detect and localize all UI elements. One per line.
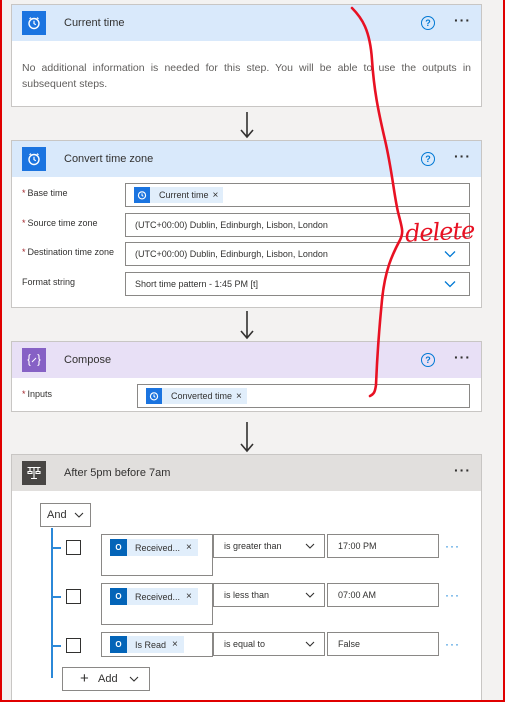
card-title: Current time: [64, 17, 125, 29]
inputs-row: * Inputs Converted time ×: [12, 384, 481, 408]
row-more-options-icon[interactable]: ···: [445, 637, 460, 651]
format-row: Format string Short time pattern - 1:45 …: [12, 272, 481, 296]
condition-left-operand[interactable]: O Received... ×: [101, 534, 213, 576]
convert-time-zone-header[interactable]: Convert time zone ? ···: [12, 141, 481, 177]
logic-value: And: [47, 509, 67, 521]
tree-line: [51, 528, 53, 678]
arrow-down-icon: [240, 112, 254, 139]
operator-value: is equal to: [224, 639, 266, 649]
condition-value-field[interactable]: 17:00 PM: [327, 534, 439, 558]
chevron-down-icon: [305, 592, 315, 598]
condition-left-operand[interactable]: O Is Read ×: [101, 632, 213, 657]
tree-branch: [51, 596, 61, 598]
condition-left-operand[interactable]: O Received... ×: [101, 583, 213, 625]
card-title: Convert time zone: [64, 153, 154, 165]
annotation-text: delete: [404, 216, 475, 248]
converted-time-token[interactable]: Converted time ×: [146, 388, 247, 404]
token-label: Received...: [135, 591, 181, 602]
operator-value: is greater than: [224, 541, 282, 551]
help-icon[interactable]: ?: [421, 16, 435, 30]
base-time-row: * Base time Current time ×: [12, 183, 481, 207]
add-button[interactable]: + Add: [62, 667, 150, 691]
is-read-token[interactable]: O Is Read ×: [110, 636, 184, 653]
help-icon[interactable]: ?: [421, 353, 435, 367]
chevron-down-icon: [305, 543, 315, 549]
current-time-card: Current time ? ··· No additional informa…: [11, 4, 482, 107]
base-time-label: * Base time: [22, 188, 68, 198]
received-token[interactable]: O Received... ×: [110, 539, 198, 556]
braces-icon: [22, 348, 46, 372]
condition-value: False: [338, 639, 361, 649]
close-icon[interactable]: ×: [186, 591, 192, 602]
alarm-clock-icon: [134, 187, 150, 203]
operator-dropdown[interactable]: is less than: [213, 583, 325, 607]
logic-dropdown[interactable]: And: [40, 503, 91, 527]
condition-header[interactable]: After 5pm before 7am ···: [12, 455, 481, 491]
condition-value: 17:00 PM: [338, 541, 377, 551]
outlook-icon: O: [110, 636, 127, 653]
row-checkbox[interactable]: [66, 540, 81, 555]
chevron-down-icon: [305, 641, 315, 647]
card-title: Compose: [64, 354, 112, 366]
alarm-clock-icon: [22, 11, 46, 35]
more-options-icon[interactable]: ···: [454, 463, 471, 477]
alarm-clock-icon: [146, 388, 162, 404]
plus-icon: +: [80, 670, 89, 687]
outlook-icon: O: [110, 539, 127, 556]
close-icon[interactable]: ×: [186, 542, 192, 553]
format-value: Short time pattern - 1:45 PM [t]: [135, 279, 259, 289]
current-time-header[interactable]: Current time ? ···: [12, 5, 481, 41]
arrow-down-icon: [240, 311, 254, 340]
source-tz-value: (UTC+00:00) Dublin, Edinburgh, Lisbon, L…: [135, 220, 328, 230]
arrow-down-icon: [240, 422, 254, 453]
outlook-icon: O: [110, 588, 127, 605]
chevron-down-icon: [129, 676, 139, 682]
condition-value-field[interactable]: False: [327, 632, 439, 656]
close-icon[interactable]: ×: [236, 391, 242, 402]
token-label: Is Read: [135, 639, 167, 650]
inputs-field[interactable]: Converted time ×: [137, 384, 470, 408]
condition-icon: [22, 461, 46, 485]
card-title: After 5pm before 7am: [64, 467, 171, 479]
current-time-token[interactable]: Current time ×: [134, 187, 224, 203]
more-options-icon[interactable]: ···: [454, 13, 471, 27]
token-label: Received...: [135, 542, 181, 553]
more-options-icon[interactable]: ···: [454, 149, 471, 163]
more-options-icon[interactable]: ···: [454, 350, 471, 364]
compose-header[interactable]: Compose ? ···: [12, 342, 481, 378]
dest-tz-label: * Destination time zone: [22, 247, 115, 257]
row-more-options-icon[interactable]: ···: [445, 588, 460, 602]
alarm-clock-icon: [22, 147, 46, 171]
close-icon[interactable]: ×: [213, 190, 219, 201]
dest-tz-value: (UTC+00:00) Dublin, Edinburgh, Lisbon, L…: [135, 249, 328, 259]
format-dropdown[interactable]: Short time pattern - 1:45 PM [t]: [125, 272, 470, 296]
condition-value: 07:00 AM: [338, 590, 377, 600]
row-checkbox[interactable]: [66, 589, 81, 604]
add-label: Add: [98, 673, 118, 685]
tree-branch: [51, 547, 61, 549]
base-time-field[interactable]: Current time ×: [125, 183, 470, 207]
chevron-down-icon: [444, 251, 456, 258]
operator-dropdown[interactable]: is greater than: [213, 534, 325, 558]
info-text: No additional information is needed for …: [22, 62, 471, 90]
chevron-down-icon: [444, 281, 456, 288]
condition-value-field[interactable]: 07:00 AM: [327, 583, 439, 607]
close-icon[interactable]: ×: [172, 639, 178, 650]
format-label: Format string: [22, 277, 76, 287]
inputs-label: * Inputs: [22, 389, 53, 399]
help-icon[interactable]: ?: [421, 152, 435, 166]
token-label: Current time: [159, 190, 209, 200]
chevron-down-icon: [74, 512, 84, 518]
operator-value: is less than: [224, 590, 270, 600]
compose-card: Compose ? ··· * Inputs Converted time ×: [11, 341, 482, 412]
received-token[interactable]: O Received... ×: [110, 588, 198, 605]
source-tz-label: * Source time zone: [22, 218, 98, 228]
operator-dropdown[interactable]: is equal to: [213, 632, 325, 656]
row-checkbox[interactable]: [66, 638, 81, 653]
condition-card: After 5pm before 7am ··· And O Received.…: [11, 454, 482, 702]
row-more-options-icon[interactable]: ···: [445, 539, 460, 553]
token-label: Converted time: [171, 391, 233, 401]
tree-branch: [51, 645, 61, 647]
